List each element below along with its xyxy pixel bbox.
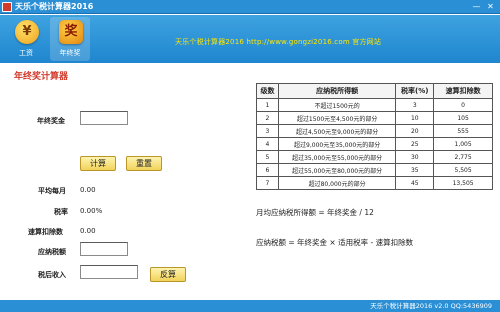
after-tax-input[interactable] (80, 265, 138, 279)
cell-rate: 10 (395, 111, 435, 125)
header-level: 级数 (256, 83, 279, 99)
monthly-avg-label: 平均每月 (38, 187, 66, 195)
cell-range: 超过35,000元至55,000元的部分 (277, 150, 397, 164)
cell-rate: 35 (395, 163, 435, 177)
tax-bracket-table: 级数 应纳税所得额 税率(%) 速算扣除数 1 不超过1500元的 3 0 2 … (256, 83, 493, 190)
header-quick-deduction: 速算扣除数 (433, 83, 493, 99)
yen-icon: ¥ (15, 20, 39, 44)
tool-salary[interactable]: ¥ 工资 (6, 17, 46, 61)
cell-range: 不超过1500元的 (277, 98, 397, 112)
cell-level: 1 (256, 98, 279, 112)
cell-range: 超过80,000元的部分 (277, 176, 397, 190)
monthly-formula: 月均应纳税所得额 = 年终奖金 / 12 (256, 208, 374, 217)
bonus-icon: 奖 (59, 20, 83, 44)
banner-link[interactable]: 天乐个税计算器2016 http://www.gongzi2016.com 官方… (175, 37, 381, 47)
table-row: 6 超过55,000元至80,000元的部分 35 5,505 (256, 163, 493, 177)
calculate-button[interactable]: 计算 (80, 156, 116, 171)
after-tax-label: 税后收入 (38, 271, 66, 279)
cell-deduction: 1,005 (433, 137, 493, 151)
cell-rate: 45 (395, 176, 435, 190)
quick-deduction-value: 0.00 (80, 227, 96, 235)
cell-level: 5 (256, 150, 279, 164)
title-bar: 天乐个税计算器2016 — ✕ (0, 0, 500, 14)
window-title: 天乐个税计算器2016 (15, 2, 94, 11)
header-tax-rate: 税率(%) (395, 83, 435, 99)
status-bar: 天乐个税计算器2016 v2.0 QQ:5436909 (0, 300, 500, 312)
cell-range: 超过4,500元至9,000元的部分 (277, 124, 397, 138)
header-toolbar: ¥ 工资 奖 年终奖 天乐个税计算器2016 http://www.gongzi… (0, 15, 500, 63)
cell-level: 3 (256, 124, 279, 138)
table-row: 2 超过1500元至4,500元的部分 10 105 (256, 111, 493, 125)
tax-payable-field[interactable] (80, 242, 128, 256)
cell-deduction: 555 (433, 124, 493, 138)
section-title: 年终奖计算器 (14, 72, 69, 82)
cell-range: 超过1500元至4,500元的部分 (277, 111, 397, 125)
header-taxable-income: 应纳税所得额 (277, 83, 397, 99)
cell-deduction: 13,505 (433, 176, 493, 190)
cell-deduction: 0 (433, 98, 493, 112)
tax-payable-label: 应纳税额 (38, 248, 66, 256)
reverse-calculate-button[interactable]: 反算 (150, 267, 186, 282)
tax-rate-label: 税率 (54, 208, 68, 216)
tool-bonus[interactable]: 奖 年终奖 (50, 17, 90, 61)
cell-deduction: 2,775 (433, 150, 493, 164)
monthly-avg-value: 0.00 (80, 186, 96, 194)
minimize-button[interactable]: — (471, 2, 482, 12)
cell-deduction: 105 (433, 111, 493, 125)
table-row: 1 不超过1500元的 3 0 (256, 98, 493, 112)
app-icon (2, 2, 12, 12)
cell-range: 超过9,000元至35,000元的部分 (277, 137, 397, 151)
status-text: 天乐个税计算器2016 v2.0 QQ:5436909 (370, 302, 492, 310)
cell-rate: 25 (395, 137, 435, 151)
table-header-row: 级数 应纳税所得额 税率(%) 速算扣除数 (256, 83, 493, 99)
bonus-label: 年终奖金 (37, 117, 65, 125)
tax-rate-value: 0.00% (80, 207, 103, 215)
reset-button[interactable]: 重置 (126, 156, 162, 171)
cell-rate: 30 (395, 150, 435, 164)
cell-rate: 20 (395, 124, 435, 138)
cell-deduction: 5,505 (433, 163, 493, 177)
tool-salary-label: 工资 (19, 49, 33, 57)
cell-level: 2 (256, 111, 279, 125)
quick-deduction-label: 速算扣除数 (28, 228, 63, 236)
bonus-input[interactable] (80, 111, 128, 125)
cell-range: 超过55,000元至80,000元的部分 (277, 163, 397, 177)
table-row: 3 超过4,500元至9,000元的部分 20 555 (256, 124, 493, 138)
tool-bonus-label: 年终奖 (59, 49, 81, 57)
close-button[interactable]: ✕ (485, 2, 496, 12)
table-row: 5 超过35,000元至55,000元的部分 30 2,775 (256, 150, 493, 164)
cell-level: 7 (256, 176, 279, 190)
tax-formula: 应纳税额 = 年终奖金 × 适用税率 - 速算扣除数 (256, 238, 414, 247)
table-row: 7 超过80,000元的部分 45 13,505 (256, 176, 493, 190)
cell-level: 6 (256, 163, 279, 177)
cell-rate: 3 (395, 98, 435, 112)
cell-level: 4 (256, 137, 279, 151)
table-row: 4 超过9,000元至35,000元的部分 25 1,005 (256, 137, 493, 151)
